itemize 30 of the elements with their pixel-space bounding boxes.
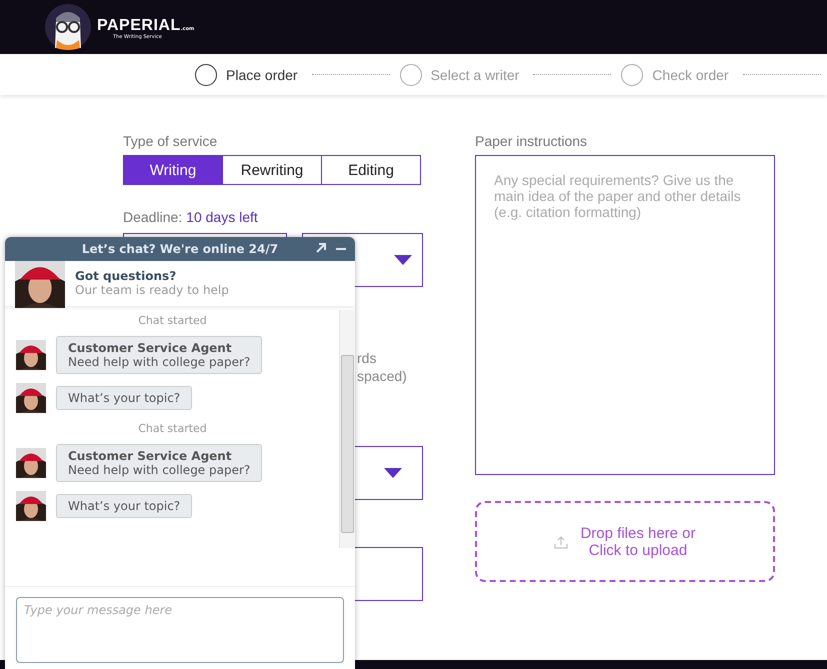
chat-intro-title: Got questions? bbox=[75, 269, 178, 284]
service-tab[interactable]: Editing bbox=[321, 155, 421, 185]
message-field[interactable]: Type your message here bbox=[16, 597, 344, 663]
expand-icon[interactable] bbox=[315, 242, 327, 254]
chat-status: Chat started bbox=[137, 314, 208, 327]
field-label: Paper instructions bbox=[475, 133, 588, 149]
caret-icon bbox=[384, 468, 402, 478]
chat-title: Let’s chat? We're online 24/7 bbox=[82, 242, 278, 256]
chat-message: Customer Service Agent Need help with college paper? bbox=[56, 444, 262, 482]
caret-icon bbox=[394, 255, 412, 265]
service-tab[interactable]: Writing bbox=[123, 155, 223, 185]
chat-message: What’s your topic? bbox=[56, 386, 192, 410]
service-tab[interactable]: Rewriting bbox=[222, 155, 322, 185]
step-label: Place order bbox=[226, 66, 298, 82]
step-label: Check order bbox=[652, 66, 729, 82]
field-label: Deadline: bbox=[123, 209, 182, 225]
chat-message: What’s your topic? bbox=[56, 494, 192, 518]
field-label: rds spaced) bbox=[357, 349, 408, 385]
upload-icon bbox=[554, 534, 568, 548]
field-label: Type of service bbox=[123, 133, 218, 149]
chat-status: Chat started bbox=[137, 422, 208, 435]
upload-dropzone[interactable]: Drop files here or Click to upload bbox=[475, 501, 775, 582]
step-label: Select a writer bbox=[430, 66, 520, 82]
logo-text: PAPERIAL bbox=[97, 16, 181, 34]
deadline-value: 10 days left bbox=[186, 209, 258, 225]
instructions-field[interactable]: Any special requirements? Give us the main idea of the paper and other details (e.g. citation formatting) bbox=[475, 155, 775, 475]
ghost-logo-icon bbox=[45, 4, 91, 50]
chat-intro-text: Our team is ready to help bbox=[75, 283, 229, 298]
chat-message: Customer Service Agent Need help with college paper? bbox=[56, 336, 262, 374]
scrollbar[interactable] bbox=[339, 310, 355, 548]
